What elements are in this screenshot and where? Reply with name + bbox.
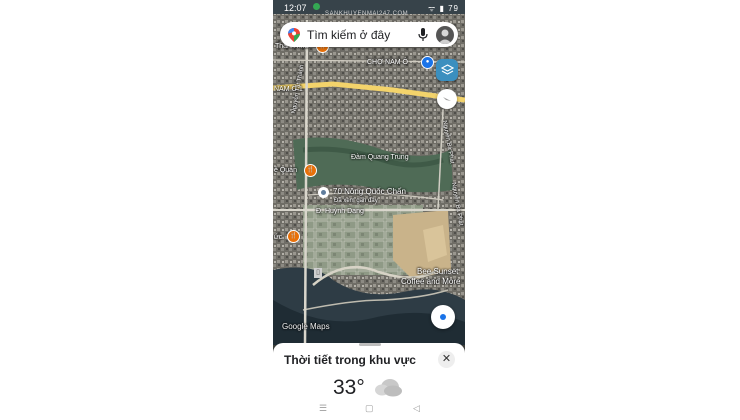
map-label-bee-sunset-sub[interactable]: Coffee and More	[401, 277, 460, 286]
system-nav-bar: ☰ ▢ ◁	[273, 400, 465, 420]
microphone-icon[interactable]	[418, 27, 428, 42]
home-button[interactable]: ▢	[365, 403, 374, 414]
weather-title: Thời tiết trong khu vực	[284, 353, 416, 367]
compass-icon	[443, 97, 451, 101]
map-label-selected-place[interactable]: 70 Nông Quốc Chấn	[333, 187, 406, 196]
satellite-map[interactable]: CHỢ NAM Ô Thanh nhà NAM Ô 1 Nguyễn Tất T…	[273, 0, 465, 345]
map-label-recently-viewed: Đã xem gần đây	[334, 198, 378, 204]
map-label-uc[interactable]: ức	[274, 234, 282, 241]
google-maps-pin-icon	[288, 27, 300, 42]
watermark: SANKHUYENMAI247.COM	[325, 11, 409, 17]
map-label-bee-sunset[interactable]: Bee Sunset	[417, 267, 458, 276]
recent-apps-button[interactable]: ☰	[319, 403, 327, 414]
restaurant-poi-icon[interactable]: 🍴	[287, 230, 300, 243]
maps-notification-icon	[313, 3, 320, 10]
account-avatar[interactable]	[436, 25, 454, 44]
sheet-drag-handle[interactable]	[359, 343, 381, 346]
search-bar[interactable]: Tìm kiếm ở đây	[280, 22, 458, 47]
google-maps-logo: Google Maps	[282, 322, 330, 331]
restaurant-poi-icon[interactable]: 🍴	[304, 164, 317, 177]
close-button[interactable]: ✕	[438, 351, 455, 368]
my-location-button[interactable]	[431, 305, 455, 329]
layers-icon	[440, 63, 454, 75]
compass-button[interactable]	[437, 89, 457, 109]
phone-screen: CHỢ NAM Ô Thanh nhà NAM Ô 1 Nguyễn Tất T…	[273, 0, 465, 420]
parking-icon[interactable]: ▯	[314, 268, 322, 278]
map-label-dam-quang-trung: Đàm Quang Trung	[351, 154, 409, 161]
layers-button[interactable]	[436, 59, 458, 81]
back-button[interactable]: ◁	[413, 403, 420, 414]
map-label-huynh-dang: Đ. Huỳnh Dạng	[316, 208, 364, 215]
location-dot-icon	[440, 314, 446, 320]
status-icons: ᯤ ▮ 79	[427, 4, 459, 13]
map-label-cho-nam-o[interactable]: CHỢ NAM Ô	[367, 59, 408, 66]
recent-place-pin-icon[interactable]	[318, 187, 329, 198]
map-label-quan[interactable]: ề Quán	[274, 167, 297, 174]
map-imagery	[273, 0, 465, 345]
market-poi-icon[interactable]: ●	[421, 56, 434, 69]
search-input[interactable]: Tìm kiếm ở đây	[307, 28, 418, 42]
cloud-icon	[375, 379, 402, 397]
temperature-value: 33°	[333, 376, 365, 399]
status-time: 12:07	[284, 3, 307, 13]
